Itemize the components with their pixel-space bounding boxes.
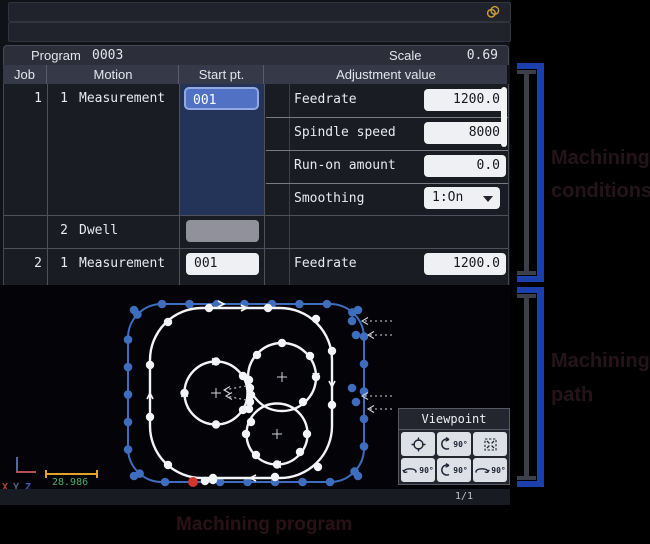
screenshot-stage: Program 0003 Scale 0.69 Job Motion Start… xyxy=(0,0,650,544)
status-strip: 1/1 xyxy=(0,489,510,505)
adjustment-input-feedrate[interactable]: 1200.0 xyxy=(424,89,506,111)
job1-motion1-name[interactable]: Measurement xyxy=(79,91,165,106)
adjustment-scrollbar[interactable] xyxy=(501,87,507,147)
section-divider xyxy=(4,215,508,216)
job1-motion1-start-input[interactable]: 001 xyxy=(184,87,259,110)
job2-adjustment-label: Feedrate xyxy=(294,256,357,271)
row-divider xyxy=(266,183,508,184)
machine-control-panel: Program 0003 Scale 0.69 Job Motion Start… xyxy=(0,0,511,505)
adjustment-label-feedrate: Feedrate xyxy=(294,92,357,107)
program-scale-bar: Program 0003 Scale 0.69 xyxy=(3,45,509,65)
adjustment-input-run-on-amount[interactable]: 0.0 xyxy=(424,155,506,177)
adjustment-label-smoothing: Smoothing xyxy=(294,191,365,206)
adjustment-input-spindle-speed[interactable]: 8000 xyxy=(424,122,506,144)
adjustment-label-run-on-amount: Run-on amount xyxy=(294,158,396,173)
job1-motion1-number: 1 xyxy=(60,91,68,106)
job1-motion2-number: 2 xyxy=(60,223,68,238)
section-divider xyxy=(4,248,508,249)
viewpoint-title: Viewpoint xyxy=(399,409,509,430)
toolpath-view[interactable]: X Y Z 28.986 Viewpoint 90° 90° 90° 90° xyxy=(0,285,510,489)
header-job: Job xyxy=(14,67,35,82)
refresh-rings-icon[interactable] xyxy=(486,5,500,19)
page-indicator: 1/1 xyxy=(455,491,474,502)
program-label: Program xyxy=(31,48,81,63)
ruler-value: 28.986 xyxy=(52,477,89,488)
viewpoint-panel: Viewpoint 90° 90° 90° 90° xyxy=(398,408,510,485)
rotate-vertical-90-button-2[interactable]: 90° xyxy=(437,458,471,482)
secondary-bar xyxy=(8,22,511,42)
scale-value: 0.69 xyxy=(466,48,498,63)
view-center-button[interactable] xyxy=(401,432,435,456)
header-adjustment: Adjustment value xyxy=(263,65,508,84)
bracket-machining-conditions xyxy=(517,63,546,282)
job2-motion1-number: 1 xyxy=(60,256,68,271)
start-point-dot xyxy=(188,477,198,487)
scale-label: Scale xyxy=(389,48,422,63)
smoothing-value: 1:On xyxy=(432,190,464,205)
job2-number: 2 xyxy=(34,256,42,271)
header-start-pt: Start pt. xyxy=(178,65,264,84)
axis-label-y: Y xyxy=(13,482,20,489)
job1-number: 1 xyxy=(34,91,42,106)
row-divider xyxy=(266,117,508,118)
title-bar xyxy=(8,2,511,22)
smoothing-dropdown[interactable]: 1:On xyxy=(424,187,500,209)
divider-motion-start xyxy=(179,84,180,285)
axis-label-z: Z xyxy=(25,482,32,489)
rotate-vertical-icon xyxy=(441,463,450,476)
bracket-machining-path xyxy=(517,287,546,487)
job1-motion2-name[interactable]: Dwell xyxy=(79,223,118,238)
job2-motion1-name[interactable]: Measurement xyxy=(79,256,165,271)
rotate-vertical-icon xyxy=(441,437,450,450)
rotate-vertical-90-button[interactable]: 90° xyxy=(437,432,471,456)
fit-expand-button[interactable] xyxy=(473,432,507,456)
table-header-row: Job Motion Start pt. Adjustment value xyxy=(3,65,507,84)
job2-adjustment-input[interactable]: 1200.0 xyxy=(424,253,506,275)
adjustment-label-spindle-speed: Spindle speed xyxy=(294,125,396,140)
axis-label-x: X xyxy=(2,482,9,489)
header-motion: Motion xyxy=(46,65,179,84)
label-machining-path-line1: Machining xyxy=(551,350,650,372)
expand-icon xyxy=(483,437,497,451)
axis-indicator-x xyxy=(16,471,36,473)
job2-start-input[interactable]: 001 xyxy=(186,253,259,275)
divider-start-adjustment xyxy=(264,84,265,285)
rotate-horizontal-left-90-button[interactable]: 90° xyxy=(401,458,435,482)
job1-motion2-start-input[interactable] xyxy=(186,220,259,242)
figure-caption: Machining program xyxy=(176,514,353,535)
rotate-horizontal-icon xyxy=(475,468,491,474)
label-machining-path-line2: path xyxy=(551,384,594,406)
rotate-horizontal-icon xyxy=(402,468,417,474)
label-machining-conditions-line1: Machining xyxy=(551,147,650,169)
label-machining-conditions-line2: conditions xyxy=(551,180,650,202)
axis-indicator-y xyxy=(16,457,18,472)
rotate-horizontal-right-90-button[interactable]: 90° xyxy=(473,458,507,482)
program-number: 0003 xyxy=(92,48,124,63)
target-icon xyxy=(411,437,425,451)
dropdown-arrow-icon xyxy=(483,196,493,202)
divider-adjustment-inner xyxy=(289,84,290,285)
divider-job-motion xyxy=(47,84,48,285)
row-divider xyxy=(266,150,508,151)
program-table-body: 1 1 Measurement 001 Feedrate 1200.0 Spin… xyxy=(3,84,509,285)
